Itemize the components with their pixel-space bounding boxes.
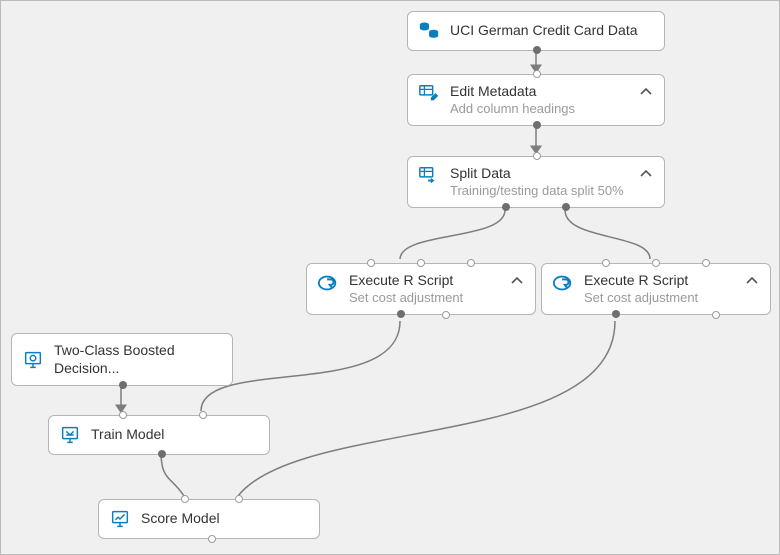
input-port-2[interactable] (235, 495, 243, 503)
node-dataset[interactable]: UCI German Credit Card Data (407, 11, 665, 51)
node-title: Split Data (450, 165, 624, 183)
input-port-2[interactable] (199, 411, 207, 419)
output-port-2[interactable] (562, 203, 570, 211)
score-model-icon (109, 508, 131, 530)
output-port[interactable] (208, 535, 216, 543)
ml-model-icon (22, 349, 44, 371)
output-port-1[interactable] (397, 310, 405, 318)
node-subtitle: Set cost adjustment (584, 290, 698, 306)
output-port-1[interactable] (502, 203, 510, 211)
dataset-icon (418, 20, 440, 42)
chevron-up-icon[interactable] (746, 274, 758, 286)
input-port-1[interactable] (181, 495, 189, 503)
input-port-2[interactable] (417, 259, 425, 267)
node-subtitle: Set cost adjustment (349, 290, 463, 306)
table-split-icon (418, 165, 440, 187)
input-port-2[interactable] (652, 259, 660, 267)
output-port[interactable] (533, 46, 541, 54)
output-port-1[interactable] (612, 310, 620, 318)
train-model-icon (59, 424, 81, 446)
output-port[interactable] (158, 450, 166, 458)
node-title: Execute R Script (584, 272, 698, 290)
node-execute-r-left[interactable]: Execute R Script Set cost adjustment (306, 263, 536, 315)
output-port-2[interactable] (712, 311, 720, 319)
chevron-up-icon[interactable] (640, 167, 652, 179)
output-port[interactable] (533, 121, 541, 129)
input-port[interactable] (533, 70, 541, 78)
node-train-model[interactable]: Train Model (48, 415, 270, 455)
node-subtitle: Training/testing data split 50% (450, 183, 624, 199)
table-edit-icon (418, 83, 440, 105)
node-title: UCI German Credit Card Data (450, 22, 638, 40)
node-score-model[interactable]: Score Model (98, 499, 320, 539)
input-port-3[interactable] (467, 259, 475, 267)
input-port-1[interactable] (119, 411, 127, 419)
node-title: Execute R Script (349, 272, 463, 290)
input-port[interactable] (533, 152, 541, 160)
node-title: Edit Metadata (450, 83, 575, 101)
node-edit-metadata[interactable]: Edit Metadata Add column headings (407, 74, 665, 126)
output-port-2[interactable] (442, 311, 450, 319)
node-subtitle: Add column headings (450, 101, 575, 117)
node-title: Two-Class Boosted Decision... (54, 342, 220, 377)
chevron-up-icon[interactable] (511, 274, 523, 286)
output-port[interactable] (119, 381, 127, 389)
input-port-1[interactable] (602, 259, 610, 267)
node-two-class-boosted[interactable]: Two-Class Boosted Decision... (11, 333, 233, 386)
node-title: Train Model (91, 426, 164, 444)
node-split-data[interactable]: Split Data Training/testing data split 5… (407, 156, 665, 208)
node-title: Score Model (141, 510, 220, 528)
input-port-1[interactable] (367, 259, 375, 267)
pipeline-canvas[interactable]: UCI German Credit Card Data Edit Metadat… (0, 0, 780, 555)
input-port-3[interactable] (702, 259, 710, 267)
node-execute-r-right[interactable]: Execute R Script Set cost adjustment (541, 263, 771, 315)
r-script-icon (317, 272, 339, 294)
chevron-up-icon[interactable] (640, 85, 652, 97)
r-script-icon (552, 272, 574, 294)
